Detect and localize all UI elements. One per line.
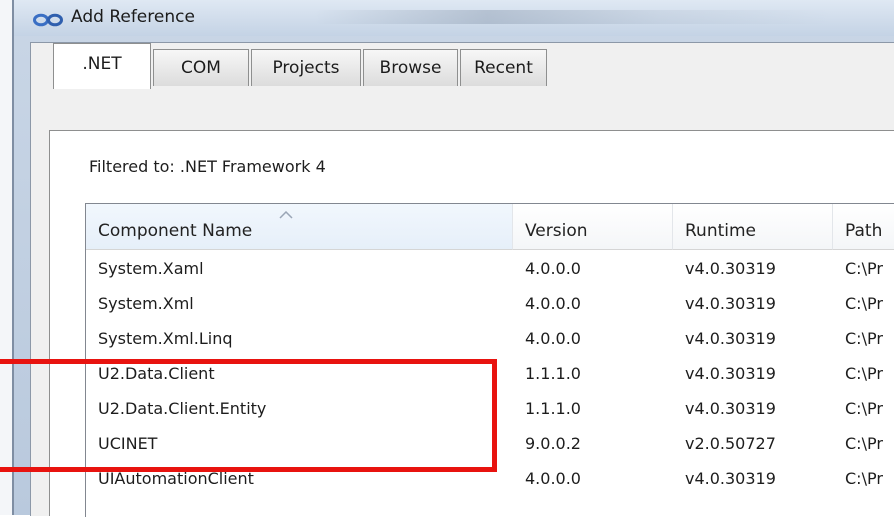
sort-ascending-icon [279,211,293,219]
component-runtime: v4.0.30319 [685,399,776,418]
component-version: 4.0.0.0 [525,329,581,348]
column-header-row: Component Name Version Runtime Path [86,204,894,251]
red-highlight-box [0,359,497,472]
tab-projects[interactable]: Projects [251,49,361,86]
infinity-icon [33,13,63,27]
title-bar[interactable]: Add Reference [14,0,894,36]
tab-browse[interactable]: Browse [363,49,458,86]
table-row[interactable]: System.Xml.Linq 4.0.0.0 v4.0.30319 C:\Pr [86,321,894,356]
component-name: System.Xml.Linq [98,329,233,348]
component-version: 4.0.0.0 [525,469,581,488]
component-path: C:\Pr [845,329,883,348]
component-runtime: v4.0.30319 [685,294,776,313]
filter-label: Filtered to: .NET Framework 4 [89,157,326,176]
component-runtime: v4.0.30319 [685,364,776,383]
component-path: C:\Pr [845,434,883,453]
component-path: C:\Pr [845,364,883,383]
component-version: 9.0.0.2 [525,434,581,453]
component-runtime: v2.0.50727 [685,434,776,453]
component-name: System.Xml [98,294,194,313]
component-runtime: v4.0.30319 [685,469,776,488]
add-reference-window: Add Reference .NET COM Projects Browse R… [0,0,894,517]
tab-net[interactable]: .NET [53,43,151,89]
window-title: Add Reference [71,7,195,27]
component-path: C:\Pr [845,294,883,313]
column-header-runtime[interactable]: Runtime [673,204,833,250]
component-path: C:\Pr [845,399,883,418]
component-path: C:\Pr [845,259,883,278]
column-header-label: Version [525,221,588,241]
tab-recent[interactable]: Recent [460,49,547,86]
title-bar-blur [314,10,834,24]
component-path: C:\Pr [845,469,883,488]
tab-com[interactable]: COM [153,49,249,86]
table-row[interactable]: System.Xml 4.0.0.0 v4.0.30319 C:\Pr [86,286,894,321]
component-version: 1.1.1.0 [525,364,581,383]
component-runtime: v4.0.30319 [685,329,776,348]
component-name: System.Xaml [98,259,204,278]
component-version: 1.1.1.0 [525,399,581,418]
column-header-label: Component Name [98,221,253,241]
component-version: 4.0.0.0 [525,294,581,313]
column-header-component-name[interactable]: Component Name [86,204,513,250]
column-header-label: Runtime [685,221,757,241]
table-row[interactable]: System.Xaml 4.0.0.0 v4.0.30319 C:\Pr [86,251,894,286]
column-header-path[interactable]: Path [833,204,894,250]
component-runtime: v4.0.30319 [685,259,776,278]
column-header-version[interactable]: Version [513,204,673,250]
column-header-label: Path [845,221,883,241]
component-version: 4.0.0.0 [525,259,581,278]
